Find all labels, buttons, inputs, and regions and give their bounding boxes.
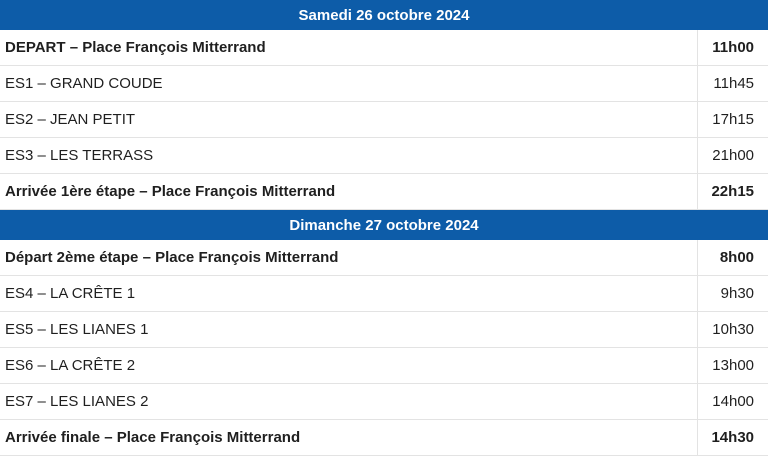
stage-label: ES7 – LES LIANES 2: [0, 383, 697, 420]
stage-label: ES2 – JEAN PETIT: [0, 101, 697, 138]
stage-time: 13h00: [696, 347, 768, 384]
stage-time: 14h30: [696, 419, 768, 456]
rally-schedule-table: Samedi 26 octobre 2024 DEPART – Place Fr…: [0, 0, 768, 456]
schedule-row: ES3 – LES TERRASS 21h00: [0, 137, 768, 174]
stage-label: ES4 – LA CRÊTE 1: [0, 275, 697, 312]
stage-time: 11h45: [696, 65, 768, 102]
stage-label: ES5 – LES LIANES 1: [0, 311, 697, 348]
stage-label: ES3 – LES TERRASS: [0, 137, 697, 174]
schedule-row: ES2 – JEAN PETIT 17h15: [0, 101, 768, 138]
day-header-row: Dimanche 27 octobre 2024: [0, 209, 768, 240]
stage-time: 14h00: [696, 383, 768, 420]
schedule-row: ES6 – LA CRÊTE 2 13h00: [0, 347, 768, 384]
stage-label: ES1 – GRAND COUDE: [0, 65, 697, 102]
schedule-row: ES1 – GRAND COUDE 11h45: [0, 65, 768, 102]
schedule-row: Arrivée 1ère étape – Place François Mitt…: [0, 173, 768, 210]
day-header: Samedi 26 octobre 2024: [0, 0, 768, 30]
stage-label: Départ 2ème étape – Place François Mitte…: [0, 240, 697, 276]
stage-label: Arrivée 1ère étape – Place François Mitt…: [0, 173, 697, 210]
stage-label: Arrivée finale – Place François Mitterra…: [0, 419, 697, 456]
stage-time: 8h00: [696, 240, 768, 276]
stage-time: 9h30: [696, 275, 768, 312]
schedule-row: Arrivée finale – Place François Mitterra…: [0, 419, 768, 456]
schedule-row: Départ 2ème étape – Place François Mitte…: [0, 240, 768, 276]
stage-label: ES6 – LA CRÊTE 2: [0, 347, 697, 384]
day-header: Dimanche 27 octobre 2024: [0, 209, 768, 240]
schedule-row: DEPART – Place François Mitterrand 11h00: [0, 30, 768, 66]
stage-time: 17h15: [696, 101, 768, 138]
day-header-row: Samedi 26 octobre 2024: [0, 0, 768, 30]
stage-time: 11h00: [696, 30, 768, 66]
schedule-row: ES4 – LA CRÊTE 1 9h30: [0, 275, 768, 312]
schedule-row: ES7 – LES LIANES 2 14h00: [0, 383, 768, 420]
stage-time: 22h15: [696, 173, 768, 210]
stage-time: 21h00: [696, 137, 768, 174]
schedule-row: ES5 – LES LIANES 1 10h30: [0, 311, 768, 348]
stage-label: DEPART – Place François Mitterrand: [0, 30, 697, 66]
stage-time: 10h30: [696, 311, 768, 348]
